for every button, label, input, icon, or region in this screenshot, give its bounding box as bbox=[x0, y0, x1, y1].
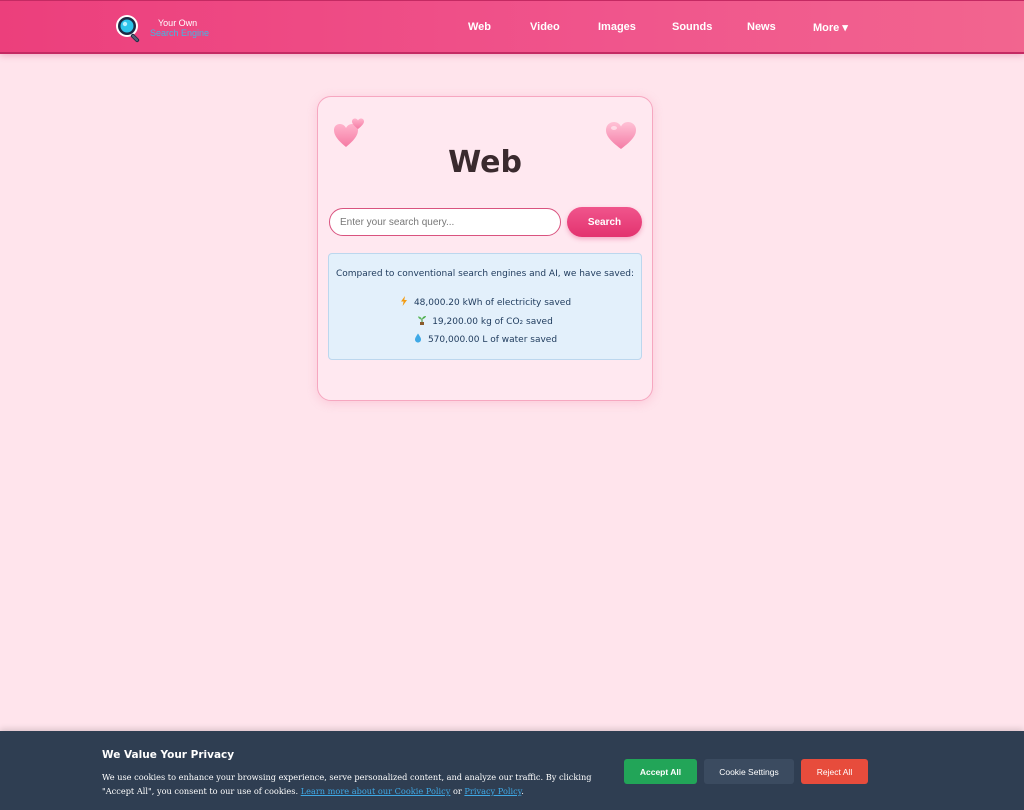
savings-water-text: 570,000.00 L of water saved bbox=[427, 335, 558, 345]
savings-electricity-text: 48,000.20 kWh of electricity saved bbox=[413, 298, 572, 308]
nav-news[interactable]: News bbox=[747, 21, 776, 33]
savings-intro: Compared to conventional search engines … bbox=[336, 269, 634, 279]
cookie-settings-button[interactable]: Cookie Settings bbox=[704, 759, 794, 784]
cookie-policy-link[interactable]: Learn more about our Cookie Policy bbox=[301, 786, 451, 796]
main-nav: Web Video Images Sounds News More ▾ bbox=[0, 1, 1024, 55]
reject-all-button[interactable]: Reject All bbox=[801, 759, 868, 784]
lightning-icon bbox=[399, 296, 409, 306]
cookie-banner: We Value Your Privacy We use cookies to … bbox=[0, 731, 1024, 810]
nav-more-dropdown[interactable]: More ▾ bbox=[813, 21, 848, 34]
savings-item-water: 570,000.00 L of water saved bbox=[329, 333, 641, 345]
top-header: Your Own Search Engine Web Video Images … bbox=[0, 0, 1024, 54]
savings-co2-text: 19,200.00 kg of CO₂ saved bbox=[432, 317, 553, 327]
cookie-banner-period: . bbox=[521, 786, 524, 796]
savings-item-co2: 19,200.00 kg of CO₂ saved bbox=[329, 315, 641, 327]
nav-web[interactable]: Web bbox=[468, 21, 491, 33]
nav-sounds[interactable]: Sounds bbox=[672, 21, 712, 33]
search-card: Web Search Compared to conventional sear… bbox=[317, 96, 653, 401]
page-title: Web bbox=[448, 145, 522, 180]
search-input[interactable] bbox=[329, 208, 561, 236]
privacy-policy-link[interactable]: Privacy Policy bbox=[464, 786, 521, 796]
savings-item-electricity: 48,000.20 kWh of electricity saved bbox=[329, 296, 641, 308]
cookie-banner-text: We use cookies to enhance your browsing … bbox=[102, 770, 622, 798]
savings-panel: Compared to conventional search engines … bbox=[328, 253, 642, 360]
cookie-banner-title: We Value Your Privacy bbox=[102, 749, 235, 761]
accept-all-button[interactable]: Accept All bbox=[624, 759, 697, 784]
seedling-icon bbox=[417, 315, 427, 325]
nav-video[interactable]: Video bbox=[530, 21, 560, 33]
water-drop-icon bbox=[413, 333, 423, 343]
nav-images[interactable]: Images bbox=[598, 21, 636, 33]
cookie-banner-or: or bbox=[452, 786, 462, 796]
search-button[interactable]: Search bbox=[567, 207, 642, 237]
